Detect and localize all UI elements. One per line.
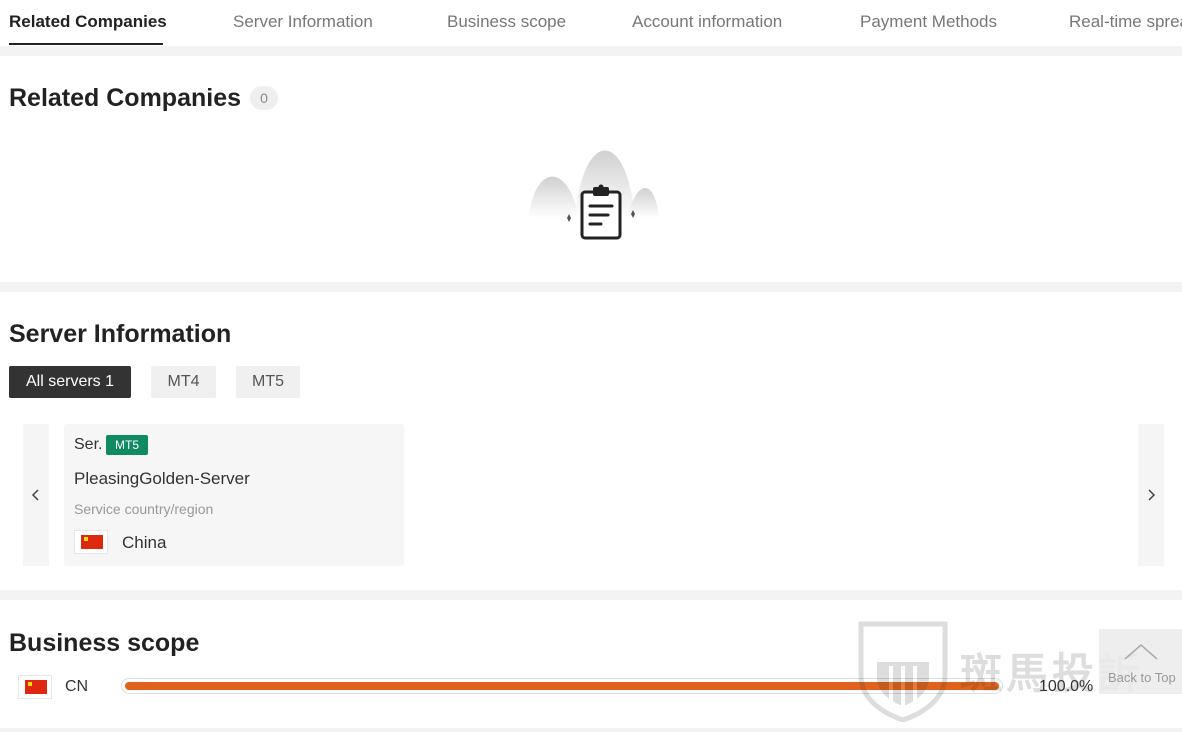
tab-payment-methods[interactable]: Payment Methods [860,12,997,32]
tab-account-information[interactable]: Account information [632,12,782,32]
server-card-label: Ser. [74,436,103,453]
tab-real-time-spread[interactable]: Real-time spread [1069,12,1182,32]
scope-progress-fill [125,682,999,690]
tab-related-companies[interactable]: Related Companies [9,12,167,32]
filter-mt4[interactable]: MT4 [151,366,216,398]
active-tab-indicator [9,43,163,45]
back-to-top-label: Back to Top [1108,670,1176,685]
server-card[interactable]: Ser. MT5 PleasingGolden-Server Service c… [64,424,404,566]
filter-all-servers[interactable]: All servers 1 [9,366,131,398]
service-region-label: Service country/region [74,501,214,517]
business-scope-section [0,600,1182,728]
back-to-top-button[interactable]: Back to Top [1099,629,1182,694]
china-flag-icon [18,675,52,699]
server-country: China [122,533,167,552]
platform-badge: MT5 [106,435,148,455]
carousel-prev-button[interactable] [23,424,49,566]
chevron-left-icon [31,489,39,501]
scope-percentage: 100.0% [1039,678,1094,695]
clipboard-icon [579,184,623,247]
scope-progress-bar [121,678,1003,694]
chevron-up-icon [1124,644,1158,660]
empty-state-illustration [527,138,661,244]
tab-bar: Related Companies Server Information Bus… [0,0,1182,46]
related-companies-title: Related Companies [9,84,242,112]
business-scope-title: Business scope [9,629,200,657]
chevron-right-icon [1148,489,1156,501]
scope-country-code: CN [65,678,89,695]
tab-server-information[interactable]: Server Information [233,12,373,32]
server-information-title: Server Information [9,320,232,348]
related-companies-count: 0 [250,86,278,110]
carousel-next-button[interactable] [1138,424,1164,566]
china-flag-icon [74,530,108,554]
tab-business-scope[interactable]: Business scope [447,12,566,32]
server-name: PleasingGolden-Server [74,469,250,488]
filter-mt5[interactable]: MT5 [236,366,300,398]
